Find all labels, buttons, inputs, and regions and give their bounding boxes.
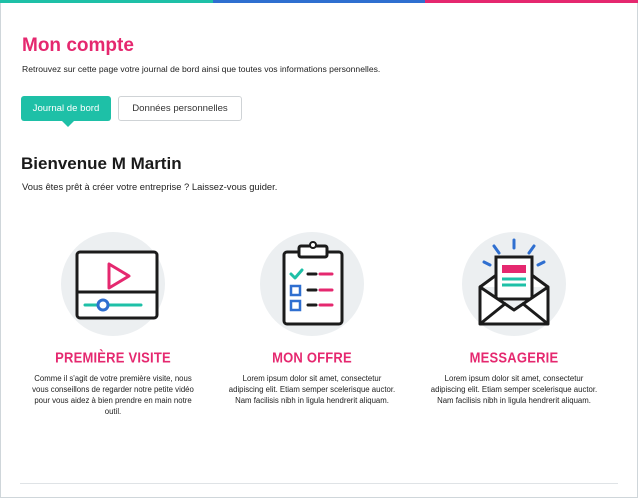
card-icon-circle — [260, 232, 364, 336]
bottom-divider — [20, 483, 618, 484]
card-messagerie[interactable]: MESSAGERIE Lorem ipsum dolor sit amet, c… — [419, 232, 609, 406]
welcome-subtitle: Vous êtes prêt à créer votre entreprise … — [22, 181, 278, 192]
card-title: MON OFFRE — [272, 349, 352, 366]
card-title: MESSAGERIE — [469, 349, 559, 366]
open-envelope-icon — [478, 238, 550, 326]
welcome-title: Bienvenue M Martin — [21, 154, 182, 173]
stripe-blue — [212, 0, 426, 3]
tab-journal-de-bord[interactable]: Journal de bord — [21, 96, 111, 127]
stripe-pink — [425, 0, 638, 3]
clipboard-checklist-icon — [282, 241, 344, 326]
card-icon-circle — [462, 232, 566, 336]
card-title: PREMIÈRE VISITE — [55, 349, 171, 366]
card-premiere-visite[interactable]: PREMIÈRE VISITE Comme il s'agit de votre… — [18, 232, 208, 417]
top-color-stripe — [0, 0, 638, 3]
card-mon-offre[interactable]: MON OFFRE Lorem ipsum dolor sit amet, co… — [217, 232, 407, 406]
video-player-icon — [75, 250, 159, 320]
card-description: Lorem ipsum dolor sit amet, consectetur … — [228, 374, 396, 405]
stripe-teal — [0, 0, 213, 3]
account-tabs: Journal de bord Données personnelles — [21, 96, 242, 127]
card-icon-circle — [61, 232, 165, 336]
page-title: Mon compte — [22, 35, 134, 56]
page-subtitle: Retrouvez sur cette page votre journal d… — [22, 64, 381, 74]
card-description: Comme il s'agit de votre première visite… — [32, 374, 194, 416]
tab-donnees-personnelles[interactable]: Données personnelles — [118, 96, 242, 121]
card-description: Lorem ipsum dolor sit amet, consectetur … — [430, 374, 598, 405]
